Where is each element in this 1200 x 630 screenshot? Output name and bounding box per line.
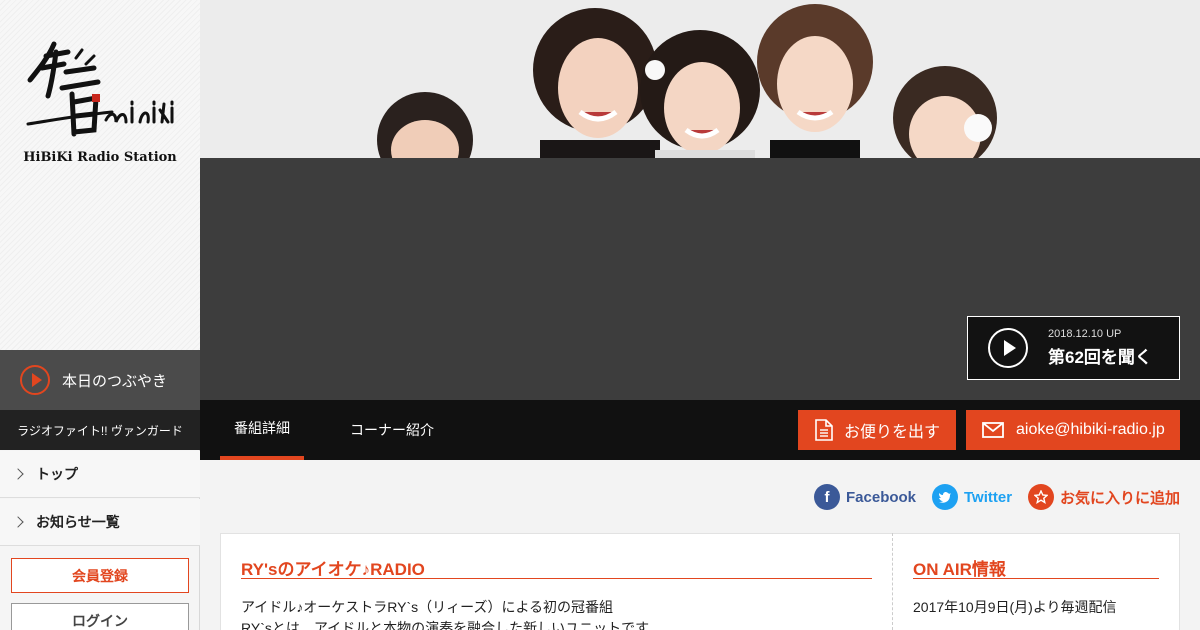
- email-label: aioke@hibiki-radio.jp: [1016, 421, 1165, 438]
- facebook-icon: f: [814, 484, 840, 510]
- group-photo: [200, 0, 1200, 158]
- sidebar-item-label: お知らせ一覧: [36, 514, 120, 530]
- sidebar: HiBiKi Radio Station 本日のつぶやき ラジオファイト!! ヴ…: [0, 0, 200, 630]
- tab-corners[interactable]: コーナー紹介: [336, 400, 448, 460]
- onair-title: ON AIR情報: [913, 560, 1006, 579]
- mail-icon: [982, 422, 1004, 438]
- onair-title-rule: [913, 578, 1159, 579]
- facebook-label: Facebook: [846, 488, 917, 506]
- tsubuyaki-button[interactable]: 本日のつぶやき: [0, 350, 200, 410]
- tab-bar: 番組詳細 コーナー紹介 お便りを出す aioke@hibiki-radio.jp: [200, 400, 1200, 460]
- add-favorite-button[interactable]: お気に入りに追加: [1028, 484, 1180, 510]
- sidebar-item-label: トップ: [36, 466, 78, 482]
- sidebar-item-top[interactable]: トップ: [0, 451, 200, 498]
- twitter-share[interactable]: Twitter: [932, 484, 1012, 510]
- tab-program-details[interactable]: 番組詳細: [220, 400, 304, 460]
- card-divider: [892, 533, 893, 630]
- chevron-right-icon: [12, 468, 24, 480]
- play-icon: [988, 328, 1028, 368]
- sidebar-item-news[interactable]: お知らせ一覧: [0, 499, 200, 546]
- twitter-icon: [932, 484, 958, 510]
- tsubuyaki-label: 本日のつぶやき: [62, 372, 168, 390]
- chevron-right-icon: [12, 516, 24, 528]
- login-button[interactable]: ログイン: [11, 603, 189, 630]
- favorite-label: お気に入りに追加: [1060, 489, 1181, 507]
- send-letter-label: お便りを出す: [844, 424, 941, 441]
- document-icon: [815, 419, 833, 441]
- listen-episode-button[interactable]: 2018.12.10 UP 第62回を聞く: [967, 316, 1180, 380]
- star-icon: [1028, 484, 1054, 510]
- listen-text: 2018.12.10 UP 第62回を聞く: [1048, 328, 1152, 368]
- hibiki-logo[interactable]: [24, 38, 176, 146]
- twitter-label: Twitter: [964, 488, 1013, 506]
- program-title-rule: [241, 578, 872, 579]
- program-title: RY'sのアイオケ♪RADIO: [241, 560, 425, 579]
- listen-label: 第62回を聞く: [1048, 348, 1152, 367]
- program-description-line1: アイドル♪オーケストラRY`s（リィーズ）による初の冠番組: [241, 599, 614, 615]
- play-icon: [20, 365, 50, 395]
- onair-schedule: 2017年10月9日(月)より毎週配信: [913, 599, 1117, 615]
- program-description-line2: RY`sとは、アイドルと本物の演奏を融合した新しいユニットです: [241, 620, 650, 630]
- facebook-share[interactable]: f Facebook: [814, 484, 916, 510]
- hero-photo: [200, 0, 1200, 158]
- email-button[interactable]: aioke@hibiki-radio.jp: [966, 410, 1180, 450]
- logo-area: HiBiKi Radio Station: [0, 0, 200, 350]
- logo-caption: HiBiKi Radio Station: [23, 150, 177, 165]
- program-subtitle[interactable]: ラジオファイト!! ヴァンガード: [0, 410, 200, 450]
- upload-date: 2018.12.10 UP: [1048, 328, 1122, 340]
- register-button[interactable]: 会員登録: [11, 558, 189, 593]
- send-letter-button[interactable]: お便りを出す: [798, 410, 956, 450]
